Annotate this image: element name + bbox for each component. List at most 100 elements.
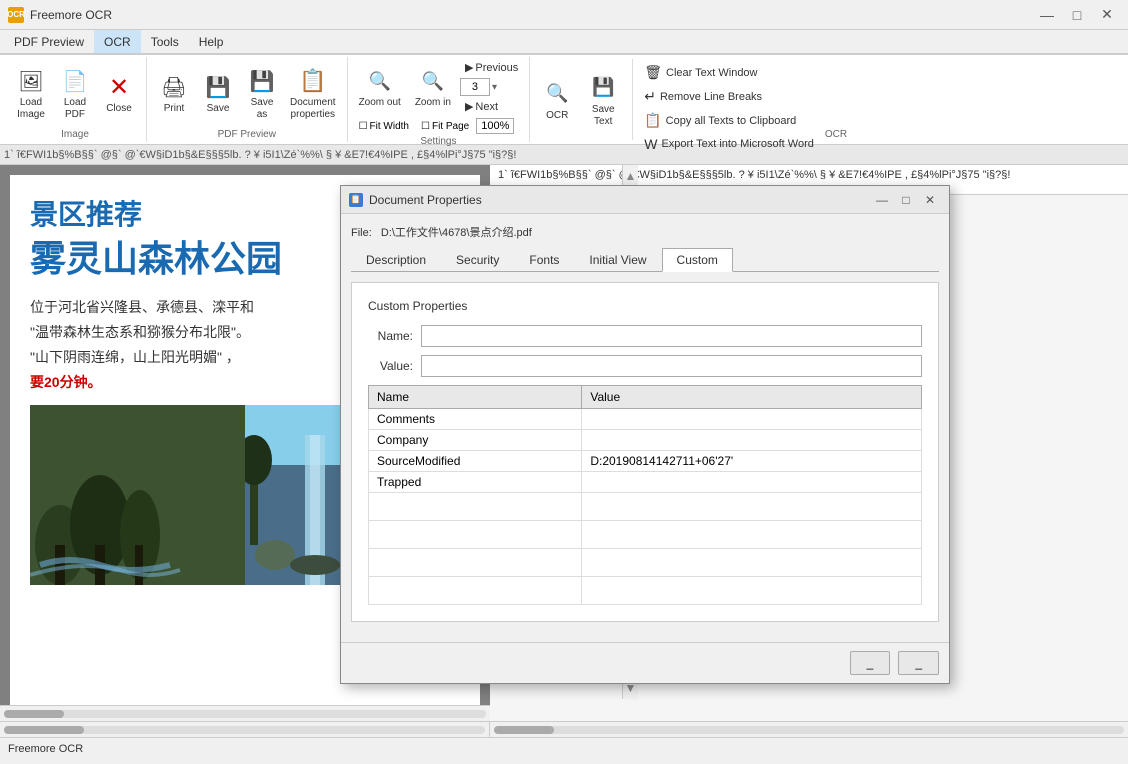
load-image-icon: 🖼 [15,65,47,97]
ribbon: 🖼 LoadImage 📄 LoadPDF ✕ Close Image 🖨 [0,54,1128,145]
footer-ok-button[interactable]: _ [850,651,891,675]
load-image-button[interactable]: 🖼 LoadImage [10,62,52,124]
modal-icon: 📋 [349,193,363,207]
export-icon: W [644,136,657,152]
row-value: D:20190814142711+06'27' [582,451,922,472]
close-button[interactable]: ✕ [1094,5,1120,25]
modal-maximize-button[interactable]: □ [895,191,917,209]
zoom-percent[interactable]: 100% [476,118,514,134]
tab-description[interactable]: Description [351,248,441,272]
name-label: Name: [368,329,413,343]
ribbon-group-settings: 🔍 Zoom out 🔍 Zoom in ▶ Previous ▾ ▶ Nex [348,57,531,142]
menu-tools[interactable]: Tools [141,30,189,53]
table-row-empty [369,493,922,521]
pdf-preview-group-label: PDF Preview [218,127,276,140]
status-text: Freemore OCR [8,743,83,755]
tab-custom[interactable]: Custom [662,248,733,272]
modal-footer: _ _ [341,642,949,683]
load-pdf-icon: 📄 [59,65,91,97]
footer-cancel-button[interactable]: _ [898,651,939,675]
load-pdf-label: LoadPDF [64,97,86,121]
table-row[interactable]: Comments [369,409,922,430]
tab-security[interactable]: Security [441,248,514,272]
print-button[interactable]: 🖨 Print [153,68,195,118]
modal-close-button[interactable]: ✕ [919,191,941,209]
app-title: Freemore OCR [30,8,112,22]
ocr-button[interactable]: 🔍 OCR [536,75,578,125]
tab-initial-view[interactable]: Initial View [574,248,661,272]
h-scroll-thumb-pdf[interactable] [4,726,84,734]
clear-text-icon: 🗑 [644,64,662,81]
fit-page-button[interactable]: ☐ Fit Page [416,119,474,134]
document-props-label: Documentproperties [290,97,336,121]
value-input[interactable] [421,355,922,377]
row-name: SourceModified [369,451,582,472]
table-row-empty [369,577,922,605]
table-row[interactable]: Company [369,430,922,451]
pdf-scrollbar-bottom [0,722,490,737]
row-name: Company [369,430,582,451]
remove-line-breaks-button[interactable]: ↵ Remove Line Breaks [637,85,821,108]
copy-texts-button[interactable]: 📋 Copy all Texts to Clipboard [637,109,821,132]
maximize-button[interactable]: □ [1064,5,1090,25]
save-as-button[interactable]: 💾 Saveas [241,62,283,124]
ribbon-group-pdf-preview: 🖨 Print 💾 Save 💾 Saveas 📋 Documentproper… [147,57,348,142]
minimize-button[interactable]: — [1034,5,1060,25]
file-path-value: D:\工作文件\4678\景点介绍.pdf [381,227,532,239]
save-button[interactable]: 💾 Save [197,68,239,118]
save-text-button[interactable]: 💾 SaveText [582,69,624,131]
copy-label: Copy all Texts to Clipboard [666,115,797,127]
bottom-scrollbar-area [0,721,1128,737]
h-scroll-thumb-ocr[interactable] [494,726,554,734]
tab-fonts[interactable]: Fonts [514,248,574,272]
page-input[interactable] [460,78,490,96]
document-props-icon: 📋 [297,65,329,97]
fit-width-button[interactable]: ☐ Fit Width [354,119,414,134]
menu-bar: PDF Preview OCR Tools Help [0,30,1128,54]
save-as-label: Saveas [251,97,274,121]
col-name: Name [369,386,582,409]
close-icon: ✕ [103,71,135,103]
modal-minimize-button[interactable]: — [871,191,893,209]
clear-text-button[interactable]: 🗑 Clear Text Window [637,61,821,84]
copy-icon: 📋 [644,112,661,129]
zoom-in-label: Zoom in [415,97,451,109]
custom-props-panel: Custom Properties Name: Value: Name [351,282,939,622]
document-properties-button[interactable]: 📋 Documentproperties [285,62,341,124]
ocr-scrollbar-bottom [490,722,1128,737]
remove-breaks-icon: ↵ [644,88,656,105]
export-label: Export Text into Microsoft Word [661,138,813,150]
name-input[interactable] [421,325,922,347]
ribbon-group-image: 🖼 LoadImage 📄 LoadPDF ✕ Close Image [4,57,147,142]
modal-overlay: 📋 Document Properties — □ ✕ File: D:\工作文… [0,165,1128,721]
remove-breaks-label: Remove Line Breaks [660,91,762,103]
table-row[interactable]: Trapped [369,472,922,493]
zoom-out-icon: 🔍 [364,65,396,97]
previous-button[interactable]: ▶ Previous [460,59,523,76]
table-row-empty [369,521,922,549]
row-value [582,409,922,430]
save-text-label: SaveText [592,104,615,128]
file-label: File: [351,227,372,239]
ocr-icon: 🔍 [541,78,573,110]
menu-help[interactable]: Help [189,30,234,53]
toolbar-strip: 1` ĩ€FWI1b§%B§§` @§` @`€W§iD1b§&E§§§5lb.… [0,145,1128,165]
custom-props-title: Custom Properties [368,299,922,313]
title-bar: OCR Freemore OCR — □ ✕ [0,0,1128,30]
name-row: Name: [368,325,922,347]
next-button[interactable]: ▶ Next [460,98,523,115]
menu-ocr[interactable]: OCR [94,30,141,53]
file-path: File: D:\工作文件\4678\景点介绍.pdf [351,224,939,240]
load-pdf-button[interactable]: 📄 LoadPDF [54,62,96,124]
zoom-in-button[interactable]: 🔍 Zoom in [410,62,456,112]
save-text-icon: 💾 [587,72,619,104]
modal-title: Document Properties [369,193,482,207]
modal-body: File: D:\工作文件\4678\景点介绍.pdf Description … [341,214,949,632]
menu-pdf-preview[interactable]: PDF Preview [4,30,94,53]
close-button-ribbon[interactable]: ✕ Close [98,68,140,118]
export-word-button[interactable]: W Export Text into Microsoft Word [637,133,821,155]
zoom-out-button[interactable]: 🔍 Zoom out [354,62,406,112]
load-image-label: LoadImage [17,97,45,121]
save-label: Save [207,103,230,115]
table-row[interactable]: SourceModified D:20190814142711+06'27' [369,451,922,472]
